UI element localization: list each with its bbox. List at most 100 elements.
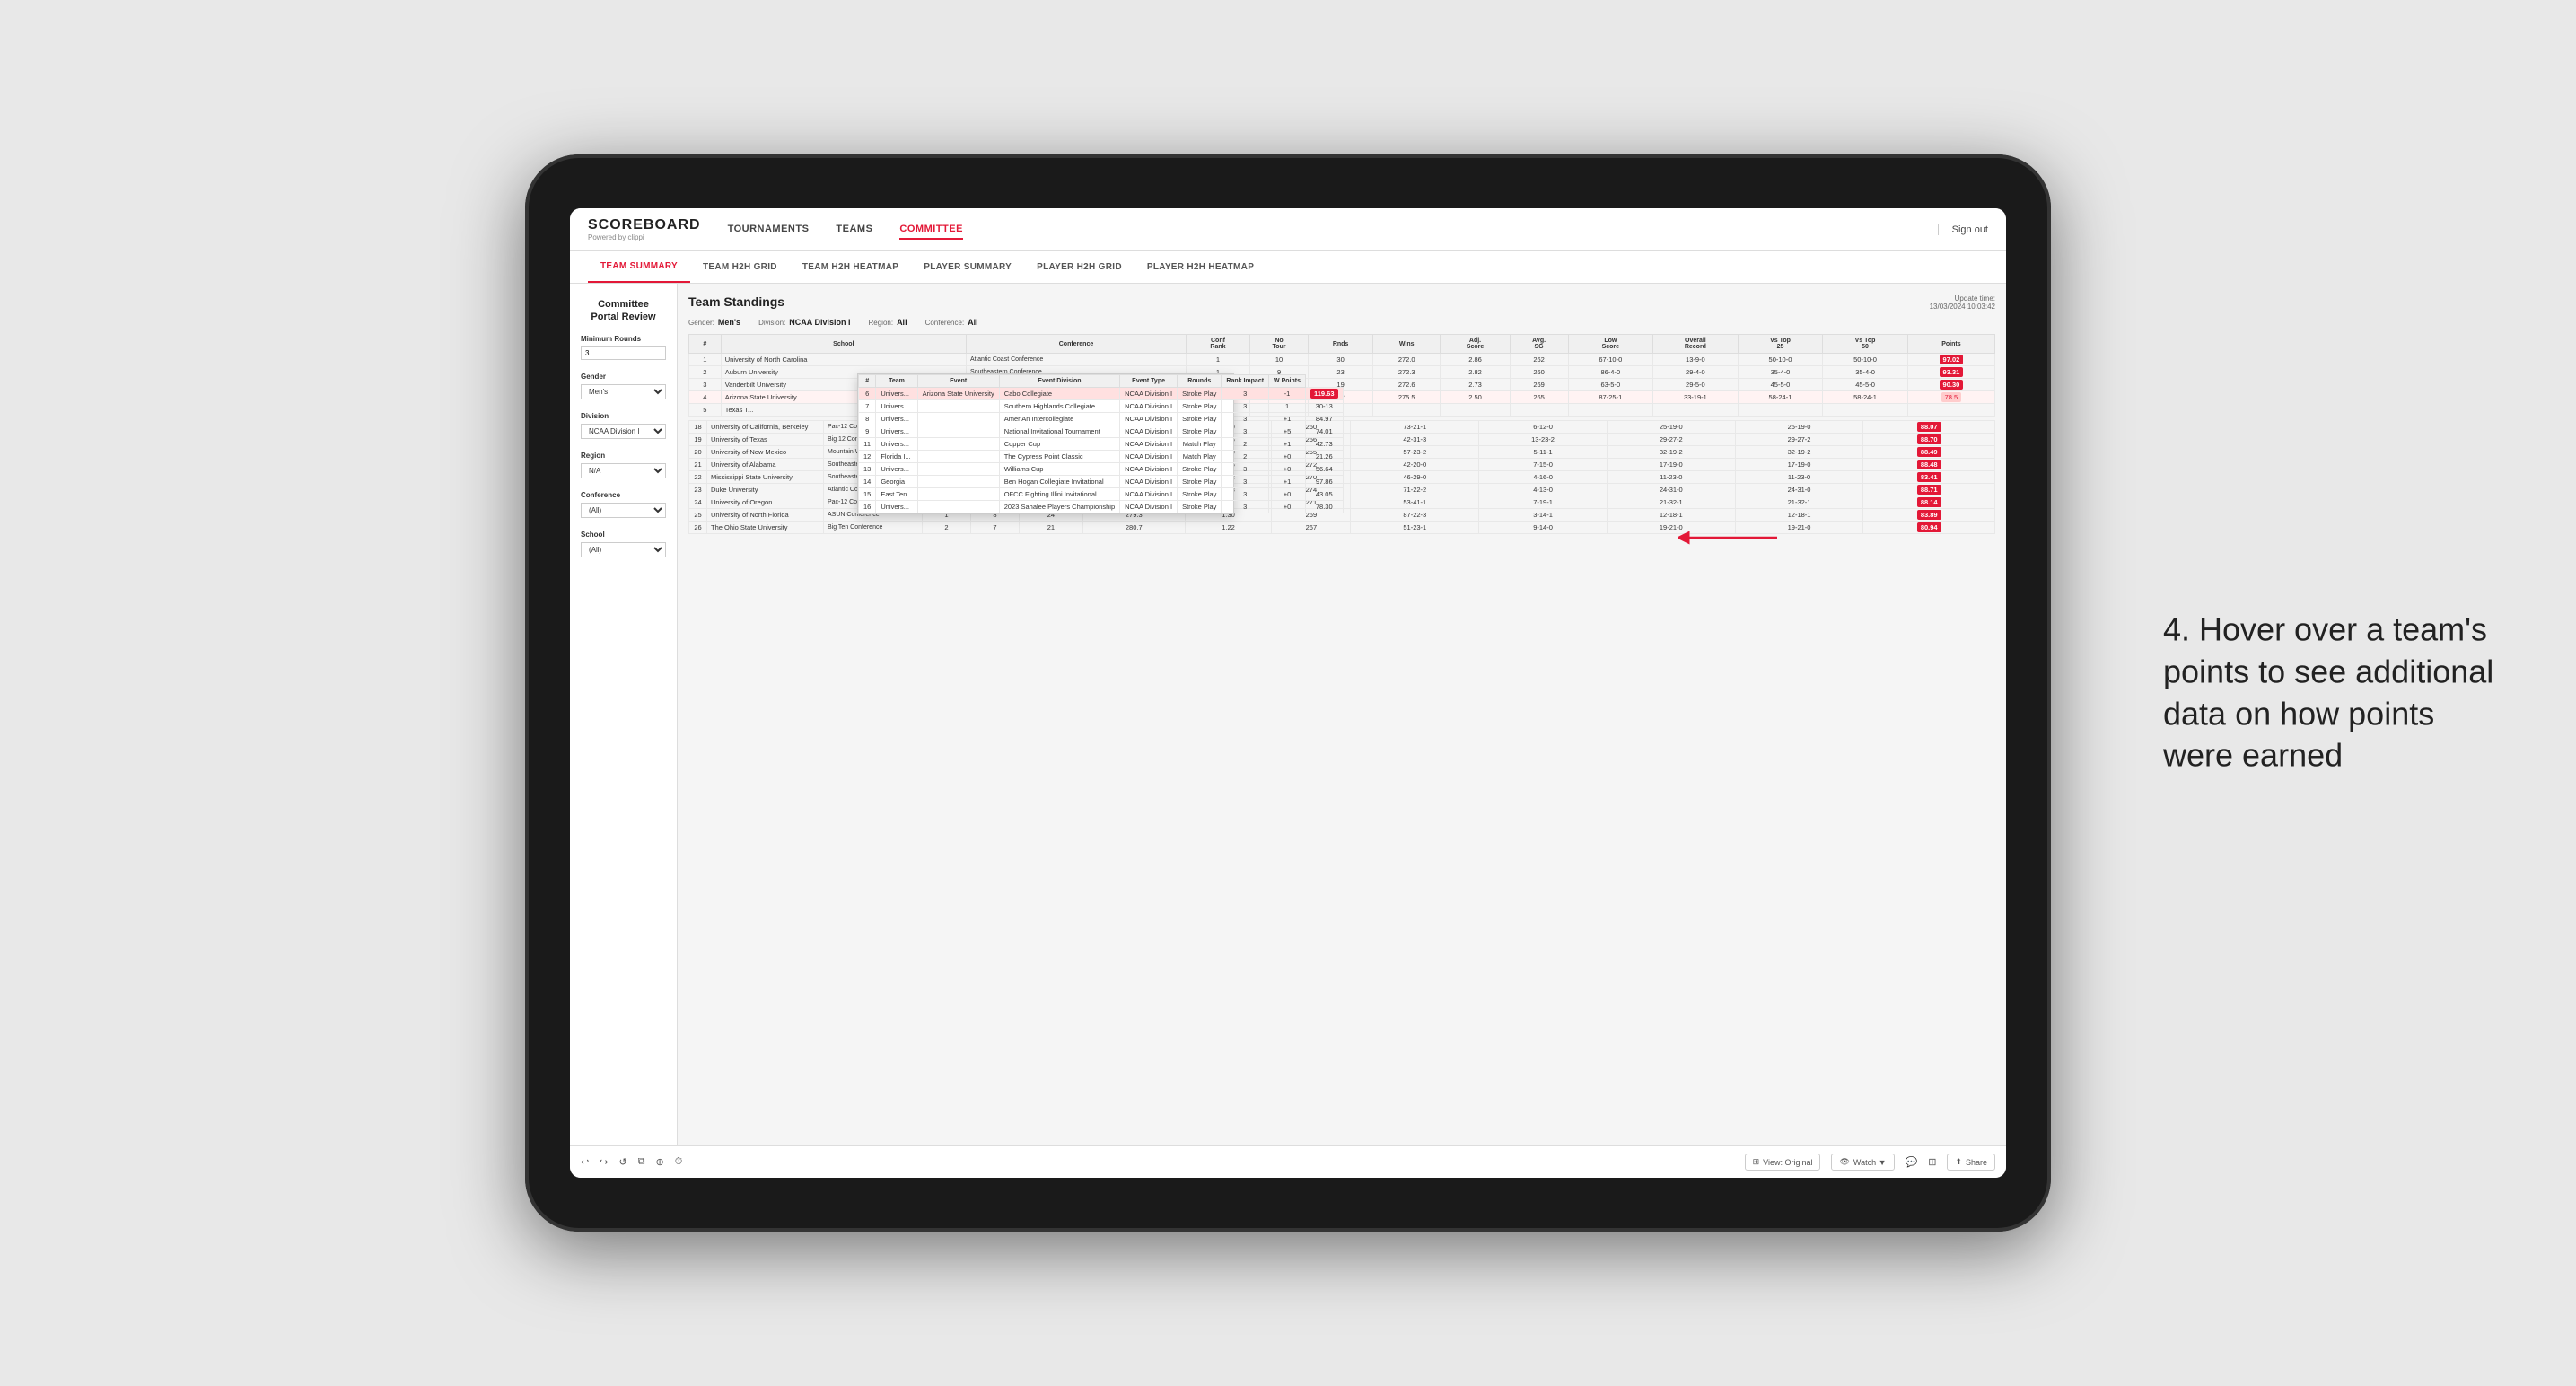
cell-vs25: 12-18-1 xyxy=(1607,509,1735,522)
cell-adj-score: 1.22 xyxy=(1185,522,1272,534)
tab-team-h2h-grid[interactable]: TEAM H2H GRID xyxy=(690,251,790,283)
gender-filter-value: Men's xyxy=(718,318,740,327)
tt-cell-type: Match Play xyxy=(1178,451,1222,463)
tt-cell-team: Univers... xyxy=(876,388,917,400)
update-time-value: 13/03/2024 10:03:42 xyxy=(1930,303,1995,311)
cell-points[interactable]: 88.70 xyxy=(1863,434,1995,446)
watch-btn[interactable]: 👁 Watch ▼ xyxy=(1831,1154,1894,1171)
col-no-tour: NoTour xyxy=(1249,335,1308,354)
cell-rank: 23 xyxy=(689,484,707,496)
sidebar-region: Region N/A xyxy=(581,452,666,478)
cell-points[interactable]: 93.31 xyxy=(1907,366,1994,379)
cell-rank: 4 xyxy=(689,391,722,404)
tt-cell-event-div: Williams Cup xyxy=(999,463,1119,476)
cell-rank: 25 xyxy=(689,509,707,522)
cell-adj-score: 2.73 xyxy=(1441,379,1510,391)
sidebar-gender: Gender Men's xyxy=(581,373,666,399)
tt-cell-rank-impact: -1 xyxy=(1269,388,1306,400)
tt-col-event: Event xyxy=(917,375,999,388)
tt-cell-rounds: 2 xyxy=(1222,438,1269,451)
cell-school: Mississippi State University xyxy=(707,471,824,484)
tt-cell-points: 30-13 xyxy=(1306,400,1344,413)
cell-overall: 13-9-0 xyxy=(1653,354,1739,366)
cell-points[interactable]: 88.71 xyxy=(1863,484,1995,496)
content-area: CommitteePortal Review Minimum Rounds Ge… xyxy=(570,284,2006,1145)
cell-vs25: 35-4-0 xyxy=(1738,366,1823,379)
tt-cell-team: Univers... xyxy=(876,501,917,513)
tt-cell-points: 78.30 xyxy=(1306,501,1344,513)
tt-cell-type: Match Play xyxy=(1178,438,1222,451)
gender-select[interactable]: Men's xyxy=(581,384,666,399)
tt-cell-rank-impact: +0 xyxy=(1269,501,1306,513)
comment-icon[interactable]: 💬 xyxy=(1906,1156,1918,1168)
cell-points[interactable]: 78.5 xyxy=(1907,391,1994,404)
cell-overall: 29-4-0 xyxy=(1653,366,1739,379)
cell-school: University of California, Berkeley xyxy=(707,421,824,434)
share-btn[interactable]: ⬆ Share xyxy=(1947,1154,1995,1171)
copy-icon[interactable]: ⧉ xyxy=(638,1156,645,1168)
refresh-icon[interactable]: ↺ xyxy=(618,1156,626,1168)
tt-cell-event-div: Southern Highlands Collegiate xyxy=(999,400,1119,413)
division-select[interactable]: NCAA Division I xyxy=(581,424,666,439)
cell-points[interactable]: 88.07 xyxy=(1863,421,1995,434)
tt-cell-div: NCAA Division I xyxy=(1120,400,1178,413)
tt-cell-type: Stroke Play xyxy=(1178,413,1222,425)
cell-points[interactable] xyxy=(1907,404,1994,417)
cell-vs50: 12-18-1 xyxy=(1735,509,1863,522)
col-conference: Conference xyxy=(966,335,1186,354)
tt-cell-points: 42.73 xyxy=(1306,438,1344,451)
tt-cell-div: NCAA Division I xyxy=(1120,476,1178,488)
cell-school: University of North Carolina xyxy=(721,354,966,366)
undo-icon[interactable]: ↩ xyxy=(581,1156,589,1168)
cell-vs50: 19-21-0 xyxy=(1735,522,1863,534)
conference-filter-value: All xyxy=(968,318,978,327)
cell-points[interactable]: 83.41 xyxy=(1863,471,1995,484)
tt-cell-rounds: 3 xyxy=(1222,476,1269,488)
tab-player-h2h-grid[interactable]: PLAYER H2H GRID xyxy=(1024,251,1135,283)
conference-select[interactable]: (All) xyxy=(581,503,666,518)
region-filter: Region: All xyxy=(868,318,907,327)
tt-cell-team: Univers... xyxy=(876,413,917,425)
tt-cell-event xyxy=(917,438,999,451)
cell-low-score: 53-41-1 xyxy=(1351,496,1479,509)
cell-points[interactable]: 80.94 xyxy=(1863,522,1995,534)
cell-overall: 7-19-1 xyxy=(1479,496,1608,509)
tt-col-rank-impact: Rank Impact xyxy=(1222,375,1269,388)
tab-player-summary[interactable]: PLAYER SUMMARY xyxy=(911,251,1024,283)
cell-points[interactable]: 88.48 xyxy=(1863,459,1995,471)
tab-team-summary[interactable]: TEAM SUMMARY xyxy=(588,251,690,283)
cell-avg-sg xyxy=(1510,404,1568,417)
tt-cell-rank-impact: +0 xyxy=(1269,463,1306,476)
cell-points[interactable]: 90.30 xyxy=(1907,379,1994,391)
filters-row: Gender: Men's Division: NCAA Division I … xyxy=(688,318,1995,327)
cell-wins xyxy=(1373,404,1441,417)
cell-points[interactable]: 97.02 xyxy=(1907,354,1994,366)
clock-icon[interactable]: ⏱ xyxy=(675,1156,683,1168)
tt-cell-rank: 8 xyxy=(859,413,876,425)
cell-points[interactable]: 88.14 xyxy=(1863,496,1995,509)
tab-player-h2h-heatmap[interactable]: PLAYER H2H HEATMAP xyxy=(1135,251,1266,283)
tooltip-row: 13 Univers... Williams Cup NCAA Division… xyxy=(859,463,1344,476)
redo-icon[interactable]: ↪ xyxy=(600,1156,608,1168)
school-select[interactable]: (All) xyxy=(581,542,666,557)
min-rounds-input[interactable] xyxy=(581,346,666,360)
tt-cell-rank: 6 xyxy=(859,388,876,400)
sidebar-min-rounds: Minimum Rounds xyxy=(581,335,666,360)
cell-points[interactable]: 83.89 xyxy=(1863,509,1995,522)
tt-cell-type: Stroke Play xyxy=(1178,400,1222,413)
view-original-btn[interactable]: ⊞ View: Original xyxy=(1745,1154,1821,1171)
cell-vs25 xyxy=(1738,404,1823,417)
region-select[interactable]: N/A xyxy=(581,463,666,478)
nav-tournaments[interactable]: TOURNAMENTS xyxy=(728,220,810,240)
share-icon: ⬆ xyxy=(1955,1157,1962,1167)
cell-low-score: 51-23-1 xyxy=(1351,522,1479,534)
nav-teams[interactable]: TEAMS xyxy=(836,220,872,240)
tt-cell-points: 119.63 xyxy=(1306,388,1344,400)
cell-points[interactable]: 88.49 xyxy=(1863,446,1995,459)
nav-committee[interactable]: COMMITTEE xyxy=(899,220,963,240)
tt-cell-points: 56.64 xyxy=(1306,463,1344,476)
add-icon[interactable]: ⊕ xyxy=(656,1156,664,1168)
tab-team-h2h-heatmap[interactable]: TEAM H2H HEATMAP xyxy=(790,251,911,283)
grid-icon[interactable]: ⊞ xyxy=(1928,1156,1936,1168)
sign-out-link[interactable]: Sign out xyxy=(1938,224,1988,235)
